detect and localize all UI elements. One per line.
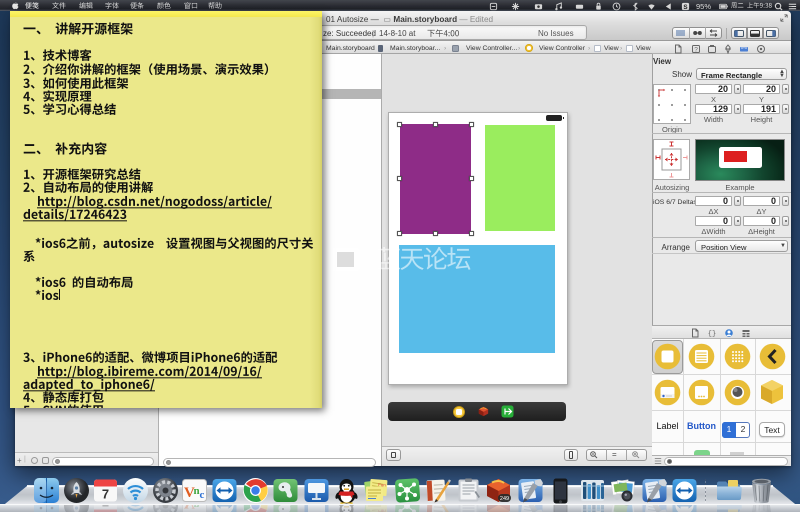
- svg-text:249: 249: [499, 496, 508, 502]
- svg-text:S: S: [683, 3, 687, 10]
- svg-text:?: ?: [694, 47, 698, 54]
- svg-text:c: c: [199, 489, 204, 501]
- svg-text:7: 7: [101, 487, 108, 502]
- svg-text:7: 7: [101, 505, 108, 510]
- svg-text:c: c: [199, 505, 204, 507]
- svg-text:{}: {}: [708, 330, 716, 338]
